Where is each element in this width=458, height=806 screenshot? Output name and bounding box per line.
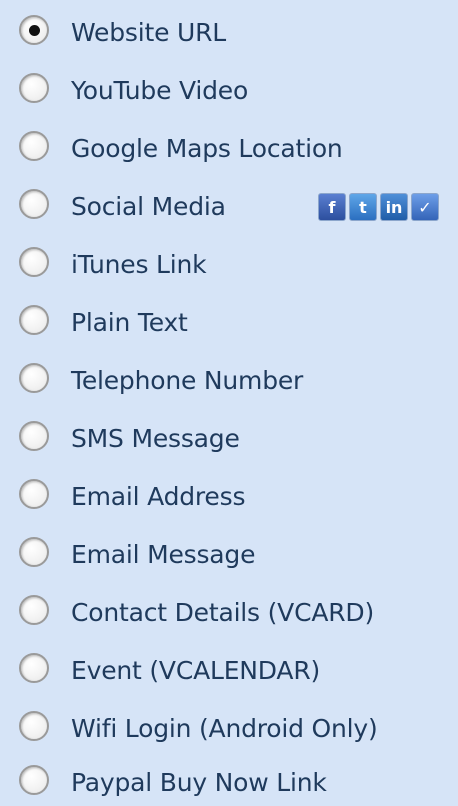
option-label: Contact Details (VCARD) <box>71 598 375 627</box>
event-radio[interactable] <box>19 653 49 683</box>
option-plain-text[interactable]: Plain Text <box>0 300 458 346</box>
social-media-radio[interactable] <box>19 189 49 219</box>
option-label: Event (VCALENDAR) <box>71 656 321 685</box>
option-label: YouTube Video <box>71 76 249 105</box>
option-itunes-link[interactable]: iTunes Link <box>0 242 458 288</box>
option-social-media[interactable]: Social Media f t in ✓ <box>0 184 458 230</box>
option-youtube-video[interactable]: YouTube Video <box>0 68 458 114</box>
option-label: Email Message <box>71 540 256 569</box>
option-label: Paypal Buy Now Link <box>71 768 327 797</box>
option-label: Website URL <box>71 18 227 47</box>
plain-text-radio[interactable] <box>19 305 49 335</box>
option-label: SMS Message <box>71 424 240 453</box>
sms-message-radio[interactable] <box>19 421 49 451</box>
option-contact-details[interactable]: Contact Details (VCARD) <box>0 590 458 636</box>
option-paypal-buy-now[interactable]: Paypal Buy Now Link <box>0 760 458 806</box>
option-wifi-login[interactable]: Wifi Login (Android Only) <box>0 706 458 752</box>
twitter-icon: t <box>349 193 377 221</box>
contact-details-radio[interactable] <box>19 595 49 625</box>
social-icons: f t in ✓ <box>318 193 439 221</box>
option-google-maps-location[interactable]: Google Maps Location <box>0 126 458 172</box>
option-label: Social Media <box>71 192 226 221</box>
option-email-address[interactable]: Email Address <box>0 474 458 520</box>
option-label: Plain Text <box>71 308 188 337</box>
option-event[interactable]: Event (VCALENDAR) <box>0 648 458 694</box>
checkmark-icon: ✓ <box>411 193 439 221</box>
telephone-number-radio[interactable] <box>19 363 49 393</box>
option-email-message[interactable]: Email Message <box>0 532 458 578</box>
google-maps-location-radio[interactable] <box>19 131 49 161</box>
option-sms-message[interactable]: SMS Message <box>0 416 458 462</box>
linkedin-icon: in <box>380 193 408 221</box>
qr-type-radio-group: Website URL YouTube Video Google Maps Lo… <box>0 0 458 805</box>
option-label: Wifi Login (Android Only) <box>71 714 378 743</box>
option-label: Google Maps Location <box>71 134 343 163</box>
wifi-login-radio[interactable] <box>19 711 49 741</box>
option-label: iTunes Link <box>71 250 207 279</box>
option-label: Telephone Number <box>71 366 304 395</box>
itunes-link-radio[interactable] <box>19 247 49 277</box>
option-telephone-number[interactable]: Telephone Number <box>0 358 458 404</box>
website-url-radio[interactable] <box>19 15 49 45</box>
facebook-icon: f <box>318 193 346 221</box>
email-message-radio[interactable] <box>19 537 49 567</box>
option-website-url[interactable]: Website URL <box>0 10 458 56</box>
paypal-buy-now-radio[interactable] <box>19 765 49 795</box>
option-label: Email Address <box>71 482 246 511</box>
email-address-radio[interactable] <box>19 479 49 509</box>
youtube-video-radio[interactable] <box>19 73 49 103</box>
